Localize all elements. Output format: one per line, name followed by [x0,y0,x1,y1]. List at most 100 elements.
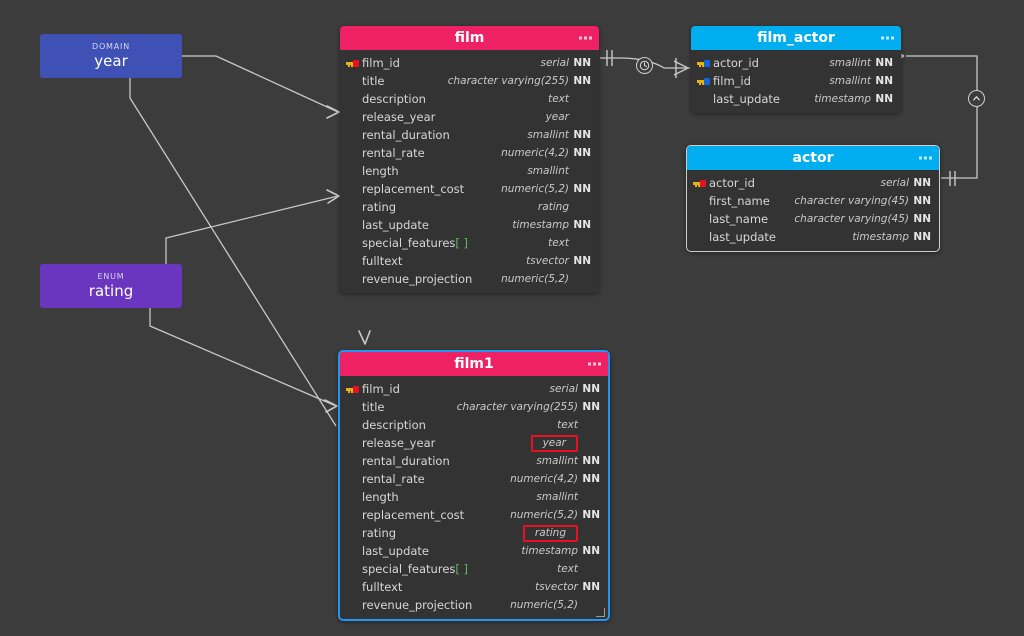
table-row[interactable]: last_update timestamp NN [340,216,599,234]
table-film_actor[interactable]: film_actor actor_id smallint NN film_id small… [691,26,901,113]
column-type[interactable]: timestamp [806,93,871,106]
table-row[interactable]: rental_duration smallint NN [340,126,599,144]
resize-handle[interactable] [596,608,605,617]
diagram-canvas[interactable]: DOMAIN year ENUM rating film film_id seria… [0,0,1024,636]
table-row[interactable]: length smallint [340,488,608,506]
table-row[interactable]: last_update timestamp NN [687,228,939,246]
column-type[interactable]: smallint [528,491,578,504]
table-menu-icon-actor[interactable] [919,156,932,160]
table-row[interactable]: revenue_projection numeric(5,2) [340,596,608,614]
arrowhead-domain-film1 [358,330,371,345]
table-row[interactable]: length smallint [340,162,599,180]
column-type[interactable]: smallint [821,57,871,70]
column-type[interactable]: text [540,93,569,106]
not-null-flag: NN [582,508,600,521]
table-row[interactable]: description text [340,416,608,434]
table-actor[interactable]: actor actor_id serial NN first_name character… [686,145,940,252]
key-icon [693,179,706,188]
column-type[interactable]: smallint [528,455,578,468]
column-type[interactable]: timestamp [504,219,569,232]
table-row[interactable]: actor_id serial NN [687,174,939,192]
table-row[interactable]: rental_rate numeric(4,2) NN [340,144,599,162]
column-type[interactable]: text [540,237,569,250]
table-row[interactable]: last_update timestamp NN [691,90,901,108]
table-row[interactable]: description text [340,90,599,108]
column-type[interactable]: serial [532,57,569,70]
column-type[interactable]: numeric(5,2) [493,183,569,196]
table-row[interactable]: rental_duration smallint NN [340,452,608,470]
column-type[interactable]: character varying(45) [786,213,909,226]
domain-node-year[interactable]: DOMAIN year [40,34,182,78]
table-row[interactable]: revenue_projection numeric(5,2) [340,270,599,288]
column-type[interactable]: smallint [821,75,871,88]
table-menu-icon-film1[interactable] [588,362,601,366]
column-type[interactable]: numeric(5,2) [502,509,578,522]
column-type[interactable]: smallint [519,129,569,142]
enum-node-rating[interactable]: ENUM rating [40,264,182,308]
column-type[interactable]: character varying(45) [786,195,909,208]
column-name: release_year [362,110,436,124]
table-row[interactable]: release_year year [340,108,599,126]
primary-key-icon [697,77,713,86]
column-type[interactable]: character varying(255) [449,401,578,414]
table-row[interactable]: first_name character varying(45) NN [687,192,939,210]
table-header-film1[interactable]: film1 [340,352,608,376]
table-row[interactable]: last_update timestamp NN [340,542,608,560]
column-type[interactable]: numeric(4,2) [502,473,578,486]
table-row[interactable]: rental_rate numeric(4,2) NN [340,470,608,488]
table-row[interactable]: replacement_cost numeric(5,2) NN [340,180,599,198]
edge-enum-rating-to-film [165,195,339,264]
table-row[interactable]: replacement_cost numeric(5,2) NN [340,506,608,524]
column-type[interactable]: serial [541,383,578,396]
column-type[interactable]: numeric(5,2) [493,273,569,286]
table-header-film_actor[interactable]: film_actor [691,26,901,50]
table-title-film: film [454,30,485,46]
table-body-film: film_id serial NN title character varying(25… [340,50,599,293]
column-name: film_id [362,56,400,70]
column-type[interactable]: text [549,419,578,432]
column-type[interactable]: serial [872,177,909,190]
table-film[interactable]: film film_id serial NN title character varyin… [340,26,599,293]
column-type[interactable]: year [538,111,569,124]
table-row[interactable]: fulltext tsvector NN [340,252,599,270]
column-type[interactable]: tsvector [518,255,569,268]
table-row[interactable]: release_year year [340,434,608,452]
enum-node-name: rating [88,282,134,300]
column-type[interactable]: character varying(255) [440,75,569,88]
not-null-flag: NN [573,254,591,267]
column-name-text: special_features [362,562,456,576]
column-type[interactable]: rating [530,201,569,214]
not-null-flag: NN [913,212,931,225]
column-name-text: special_features [362,236,456,250]
table-row[interactable]: actor_id smallint NN [691,54,901,72]
column-type[interactable]: tsvector [527,581,578,594]
table-row[interactable]: film_id serial NN [340,380,608,398]
column-type[interactable]: text [549,563,578,576]
table-row[interactable]: title character varying(255) NN [340,72,599,90]
column-type[interactable]: numeric(4,2) [493,147,569,160]
table-row[interactable]: film_id serial NN [340,54,599,72]
column-type[interactable]: smallint [519,165,569,178]
table-film1[interactable]: film1 film_id serial NN title character varyi… [338,350,610,621]
not-null-flag: NN [875,56,893,69]
table-header-actor[interactable]: actor [687,146,939,170]
table-row[interactable]: special_features[ ] text [340,560,608,578]
column-type[interactable]: timestamp [844,231,909,244]
table-row[interactable]: title character varying(255) NN [340,398,608,416]
column-type[interactable]: numeric(5,2) [502,599,578,612]
column-type[interactable]: timestamp [513,545,578,558]
table-menu-icon-film[interactable] [579,36,592,40]
table-row[interactable]: film_id smallint NN [691,72,901,90]
chevron-up-icon-badge[interactable] [968,90,985,107]
column-type-highlighted[interactable]: year [530,434,578,452]
table-row[interactable]: rating rating [340,198,599,216]
column-type-highlighted[interactable]: rating [522,524,578,542]
table-row[interactable]: fulltext tsvector NN [340,578,608,596]
table-row[interactable]: special_features[ ] text [340,234,599,252]
table-menu-icon-film_actor[interactable] [881,36,894,40]
table-body-film1: film_id serial NN title character varying(25… [340,376,608,619]
table-row[interactable]: last_name character varying(45) NN [687,210,939,228]
clock-icon-badge[interactable] [636,57,653,74]
table-header-film[interactable]: film [340,26,599,50]
table-row[interactable]: rating rating [340,524,608,542]
